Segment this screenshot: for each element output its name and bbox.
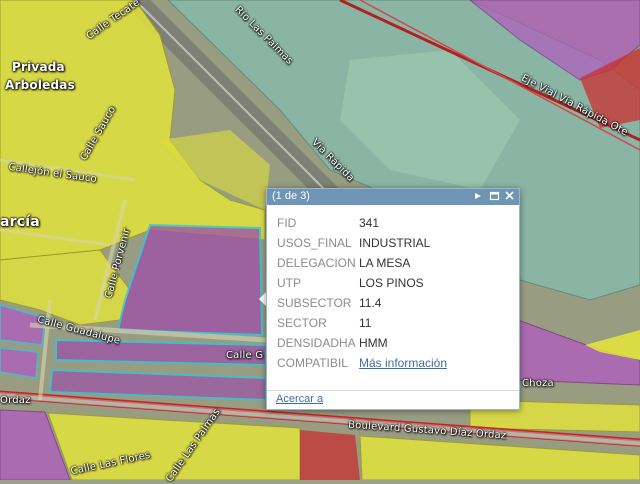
mas-informacion-link[interactable]: Más información	[359, 356, 447, 370]
attr-row-usos-final: USOS_FINAL INDUSTRIAL	[277, 233, 509, 253]
attr-row-compatibil: COMPATIBIL Más información	[277, 353, 509, 373]
zoom-to-link[interactable]: Acercar a	[276, 393, 323, 405]
attr-key: SUBSECTOR	[277, 296, 352, 310]
label-calle-g: Calle G	[226, 350, 264, 361]
popup-attributes: FID 341 USOS_FINAL INDUSTRIAL DELEGACION LA…	[267, 205, 519, 373]
popup-count: (1 de 3)	[272, 190, 310, 202]
attr-value: LA MESA	[359, 256, 411, 270]
attr-value: HMM	[359, 336, 388, 350]
popup-footer: Acercar a	[267, 390, 519, 409]
next-icon[interactable]	[472, 190, 483, 202]
attr-key: USOS_FINAL	[277, 236, 352, 250]
attr-key: FID	[277, 216, 297, 230]
attr-key: DENSIDADHA	[277, 336, 356, 350]
attr-value: 11.4	[359, 296, 382, 310]
info-popup: (1 de 3) FID 341 USOS_FINAL INDUSTRIAL DEL…	[266, 188, 520, 410]
label-privada: Privada	[12, 60, 65, 74]
maximize-icon[interactable]	[489, 190, 500, 202]
attr-value: LOS PINOS	[359, 276, 424, 290]
label-ordaz-left: Ordaz	[0, 395, 31, 406]
attr-key: UTP	[277, 276, 301, 290]
attr-row-subsector: SUBSECTOR 11.4	[277, 293, 509, 313]
close-icon[interactable]	[504, 190, 515, 202]
attr-key: DELEGACION	[277, 256, 356, 270]
attr-row-delegacion: DELEGACION LA MESA	[277, 253, 509, 273]
label-garcia: arcía	[0, 214, 40, 230]
attr-row-sector: SECTOR 11	[277, 313, 509, 333]
attr-row-fid: FID 341	[277, 213, 509, 233]
commercial-zone-south[interactable]	[300, 430, 360, 480]
popup-header: (1 de 3)	[267, 189, 519, 205]
attr-value: 341	[359, 216, 380, 230]
attr-value: 11	[359, 316, 372, 330]
attr-value: INDUSTRIAL	[359, 236, 431, 250]
attr-row-utp: UTP LOS PINOS	[277, 273, 509, 293]
attr-key: SECTOR	[277, 316, 327, 330]
attr-row-densidadha: DENSIDADHA HMM	[277, 333, 509, 353]
label-choza: Choza	[522, 378, 554, 389]
attr-key: COMPATIBIL	[277, 356, 348, 370]
label-arboledas: Arboledas	[5, 78, 75, 92]
